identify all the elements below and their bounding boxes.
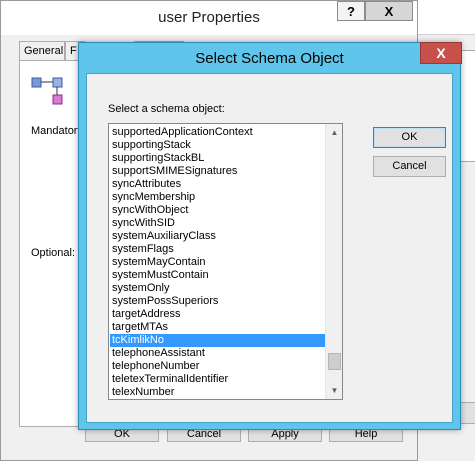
list-item[interactable]: systemMayContain — [110, 256, 325, 269]
properties-help-button[interactable]: ? — [337, 1, 365, 21]
list-item[interactable]: systemOnly — [110, 282, 325, 295]
dialog-close-button[interactable]: X — [420, 42, 462, 64]
list-scrollbar[interactable]: ▲ ▼ — [325, 124, 342, 399]
optional-label: Optional: — [31, 247, 76, 259]
list-item[interactable]: supportingStack — [110, 139, 325, 152]
select-schema-object-dialog: Select Schema Object X Select a schema o… — [78, 42, 462, 430]
mandatory-label: Mandatory — [31, 125, 83, 137]
ok-button[interactable]: OK — [373, 127, 446, 148]
list-item[interactable]: supportingStackBL — [110, 152, 325, 165]
list-item[interactable]: tcKimlikNo — [110, 334, 325, 347]
schema-object-list[interactable]: supportedApplicationContext supportingSta… — [108, 123, 343, 400]
list-item[interactable]: supportedApplicationContext — [110, 126, 325, 139]
cancel-button[interactable]: Cancel — [373, 156, 446, 177]
dialog-title: Select Schema Object — [195, 50, 344, 67]
list-item[interactable]: telephoneNumber — [110, 360, 325, 373]
list-item[interactable]: targetAddress — [110, 308, 325, 321]
list-item[interactable]: systemAuxiliaryClass — [110, 230, 325, 243]
dialog-client-area: Select a schema object: supportedApplica… — [86, 73, 453, 423]
list-item[interactable]: syncWithSID — [110, 217, 325, 230]
list-item[interactable]: systemMustContain — [110, 269, 325, 282]
schema-object-prompt: Select a schema object: — [108, 103, 225, 115]
list-item[interactable]: supportSMIMESignatures — [110, 165, 325, 178]
tree-icon — [31, 77, 63, 105]
list-item[interactable]: targetMTAs — [110, 321, 325, 334]
properties-close-button[interactable]: X — [365, 1, 413, 21]
list-item[interactable]: telexNumber — [110, 386, 325, 399]
list-item[interactable]: systemFlags — [110, 243, 325, 256]
background-window-titlebar — [418, 0, 475, 35]
list-item[interactable]: syncMembership — [110, 191, 325, 204]
background-window-field — [460, 50, 475, 162]
properties-titlebar: user Properties ? X — [1, 1, 417, 35]
list-item[interactable]: systemPossSuperiors — [110, 295, 325, 308]
list-item[interactable]: telephoneAssistant — [110, 347, 325, 360]
list-item[interactable]: teletexTerminalIdentifier — [110, 373, 325, 386]
list-item[interactable]: syncWithObject — [110, 204, 325, 217]
scroll-down-icon[interactable]: ▼ — [326, 382, 342, 399]
schema-object-items: supportedApplicationContext supportingSta… — [110, 126, 325, 399]
tab-general[interactable]: General — [19, 41, 65, 60]
scroll-thumb[interactable] — [328, 353, 341, 370]
scroll-up-icon[interactable]: ▲ — [326, 124, 342, 141]
list-item[interactable]: syncAttributes — [110, 178, 325, 191]
